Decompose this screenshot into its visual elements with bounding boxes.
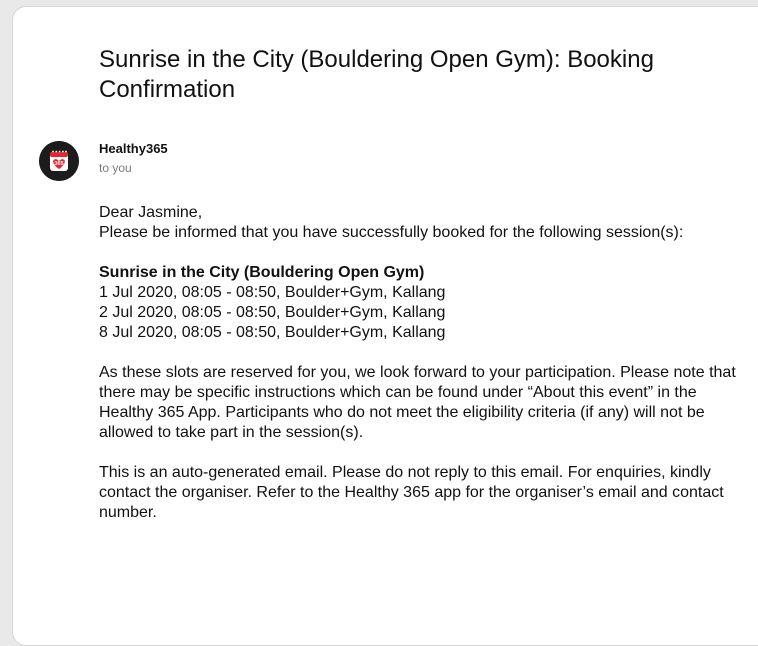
- sender-name[interactable]: Healthy365: [99, 141, 168, 157]
- healthy365-calendar-heart-icon: 365: [39, 141, 79, 181]
- greeting: Dear Jasmine,: [99, 204, 203, 221]
- email-body: Dear Jasmine, Please be informed that yo…: [99, 203, 739, 523]
- session-item: 2 Jul 2020, 08:05 - 08:50, Boulder+Gym, …: [99, 304, 446, 321]
- session-item: 1 Jul 2020, 08:05 - 08:50, Boulder+Gym, …: [99, 284, 446, 301]
- footer-paragraph: This is an auto-generated email. Please …: [99, 464, 724, 521]
- sender-avatar[interactable]: 365: [39, 141, 79, 181]
- recipient-label[interactable]: to you: [99, 161, 132, 176]
- session-item: 8 Jul 2020, 08:05 - 08:50, Boulder+Gym, …: [99, 324, 446, 341]
- email-card: Sunrise in the City (Bouldering Open Gym…: [12, 6, 758, 646]
- avatar-text: 365: [54, 161, 63, 167]
- intro-text: Please be informed that you have success…: [99, 224, 684, 241]
- session-title: Sunrise in the City (Bouldering Open Gym…: [99, 264, 425, 281]
- email-subject: Sunrise in the City (Bouldering Open Gym…: [99, 46, 654, 103]
- instructions-paragraph: As these slots are reserved for you, we …: [99, 364, 736, 441]
